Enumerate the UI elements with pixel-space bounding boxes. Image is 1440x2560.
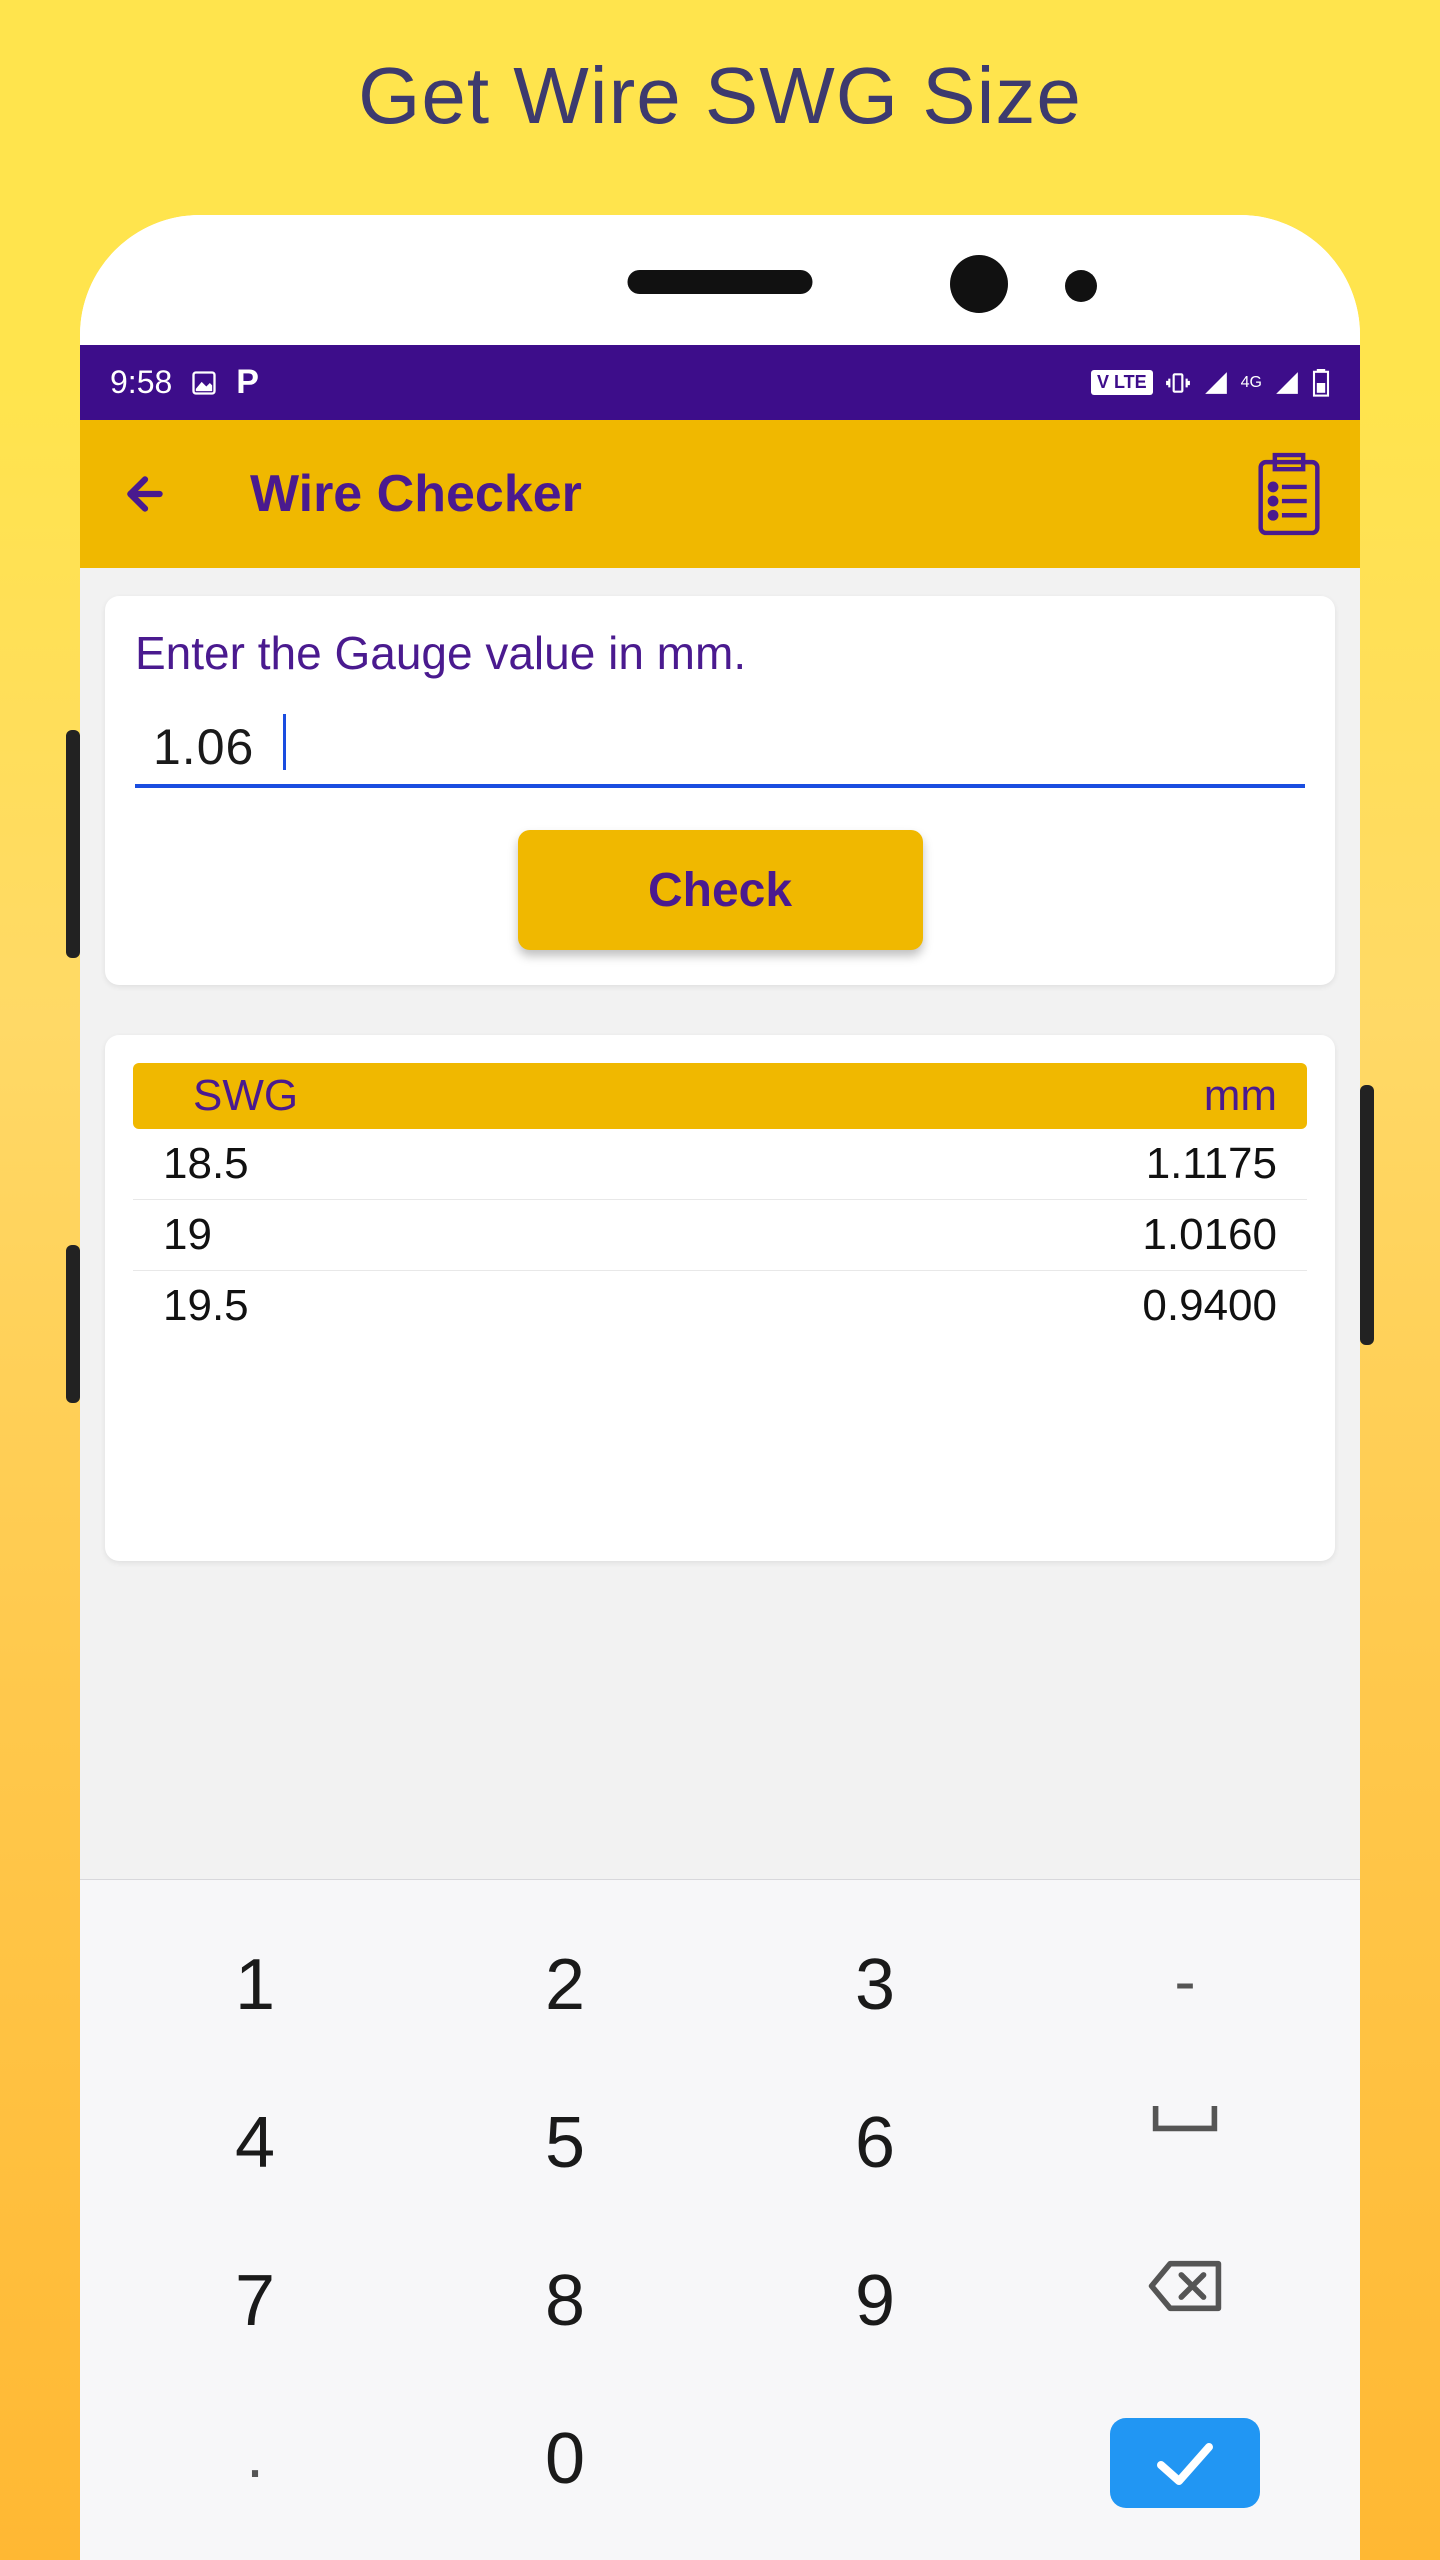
cell-mm: 0.9400 bbox=[1142, 1281, 1277, 1331]
key-dot[interactable]: . bbox=[100, 2394, 410, 2532]
key-4[interactable]: 4 bbox=[100, 2078, 410, 2208]
status-time: 9:58 bbox=[110, 364, 172, 401]
key-backspace[interactable] bbox=[1030, 2236, 1340, 2366]
phone-notch bbox=[80, 215, 1360, 345]
signal-icon bbox=[1203, 370, 1229, 396]
back-arrow-icon[interactable] bbox=[110, 459, 180, 529]
key-5[interactable]: 5 bbox=[410, 2078, 720, 2208]
gauge-input[interactable] bbox=[135, 710, 1305, 788]
numeric-keyboard: 1 2 3 - 4 5 6 7 8 9 bbox=[80, 1879, 1360, 2560]
table-row: 19.5 0.9400 bbox=[133, 1271, 1307, 1341]
key-dash[interactable]: - bbox=[1030, 1920, 1340, 2050]
app-title: Wire Checker bbox=[250, 464, 582, 524]
marketing-title: Get Wire SWG Size bbox=[0, 0, 1440, 142]
speaker-slot bbox=[628, 270, 813, 294]
app-content: Enter the Gauge value in mm. Check SWG m… bbox=[80, 568, 1360, 2560]
results-table: SWG mm 18.5 1.1175 19 1.0160 19.5 0.9400 bbox=[105, 1035, 1335, 1561]
cell-swg: 19.5 bbox=[163, 1281, 1142, 1331]
phone-side-button bbox=[1360, 1085, 1374, 1345]
app-bar: Wire Checker bbox=[80, 420, 1360, 568]
table-row: 18.5 1.1175 bbox=[133, 1129, 1307, 1200]
table-row: 19 1.0160 bbox=[133, 1200, 1307, 1271]
cell-mm: 1.0160 bbox=[1142, 1210, 1277, 1260]
sensor-dot bbox=[1065, 270, 1097, 302]
phone-frame: 9:58 P V LTE 4G Wire Che bbox=[80, 215, 1360, 2560]
status-bar: 9:58 P V LTE 4G bbox=[80, 345, 1360, 420]
check-button[interactable]: Check bbox=[518, 830, 923, 950]
signal-icon-2 bbox=[1274, 370, 1300, 396]
key-2[interactable]: 2 bbox=[410, 1920, 720, 2050]
th-mm: mm bbox=[1204, 1071, 1277, 1121]
gauge-input-label: Enter the Gauge value in mm. bbox=[135, 626, 1305, 680]
cell-swg: 18.5 bbox=[163, 1139, 1146, 1189]
key-space[interactable] bbox=[1030, 2078, 1340, 2208]
phone-power-button bbox=[66, 1245, 80, 1403]
clipboard-list-icon[interactable] bbox=[1253, 452, 1325, 537]
key-empty bbox=[720, 2394, 1030, 2532]
cell-mm: 1.1175 bbox=[1146, 1139, 1277, 1189]
image-icon bbox=[190, 369, 218, 397]
key-6[interactable]: 6 bbox=[720, 2078, 1030, 2208]
table-header: SWG mm bbox=[133, 1063, 1307, 1129]
key-7[interactable]: 7 bbox=[100, 2236, 410, 2366]
p-icon: P bbox=[236, 363, 259, 402]
th-swg: SWG bbox=[193, 1071, 1204, 1121]
phone-volume-button bbox=[66, 730, 80, 958]
volte-badge: V LTE bbox=[1091, 370, 1153, 395]
vibrate-icon bbox=[1165, 370, 1191, 396]
key-8[interactable]: 8 bbox=[410, 2236, 720, 2366]
key-enter[interactable] bbox=[1110, 2418, 1260, 2508]
text-cursor bbox=[283, 714, 286, 770]
cell-swg: 19 bbox=[163, 1210, 1142, 1260]
key-9[interactable]: 9 bbox=[720, 2236, 1030, 2366]
network-label: 4G bbox=[1241, 374, 1262, 392]
camera-dot bbox=[950, 255, 1008, 313]
key-enter-wrap bbox=[1030, 2394, 1340, 2532]
key-0[interactable]: 0 bbox=[410, 2394, 720, 2532]
key-3[interactable]: 3 bbox=[720, 1920, 1030, 2050]
key-1[interactable]: 1 bbox=[100, 1920, 410, 2050]
input-card: Enter the Gauge value in mm. Check bbox=[105, 596, 1335, 985]
battery-icon bbox=[1312, 369, 1330, 397]
